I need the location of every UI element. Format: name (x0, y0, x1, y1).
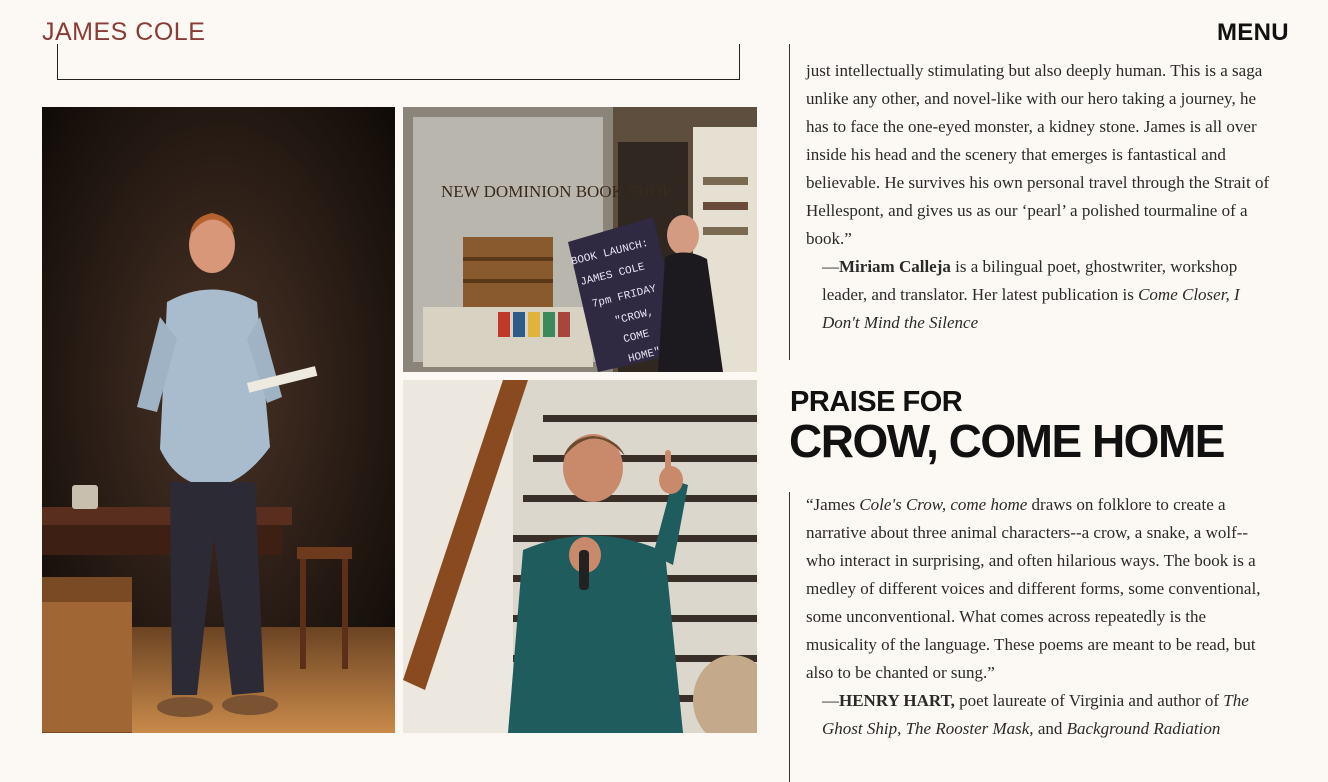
review-1-line: book.” (806, 229, 852, 248)
review-1-line: Hellespont, and gives us as our ‘pearl’ … (806, 201, 1248, 220)
praise-heading-title: CROW, COME HOME (789, 415, 1225, 467)
reviewer-name: Miriam Calleja (839, 257, 951, 276)
reviewer-name: HENRY HART, (839, 691, 955, 710)
shop-sign-text: NEW DOMINION BOOK SHOP (441, 182, 672, 201)
photo-stage-reading[interactable] (42, 107, 395, 733)
menu-button[interactable]: MENU (1217, 19, 1289, 47)
review-1: just intellectually stimulating but also… (806, 57, 1276, 337)
microphone-reading-image (403, 380, 757, 733)
review-2: “James Cole's Crow, come home draws on f… (806, 491, 1261, 743)
review-1-line: believable. He survives his own personal… (806, 173, 1270, 192)
quote-rule-1 (789, 44, 790, 360)
and-text: and (1033, 719, 1067, 738)
photo-book-launch[interactable]: NEW DOMINION BOOK SHOP BOOK LAUNCH: JAME… (403, 107, 757, 372)
review-2-body: “James Cole's Crow, come home draws on f… (806, 491, 1261, 687)
attrib-dash: — (822, 257, 839, 276)
review-1-line: has to face the one-eyed monster, a kidn… (806, 117, 1257, 136)
quote-rule-2 (789, 492, 790, 782)
review-1-attribution: —Miriam Calleja is a bilingual poet, gho… (806, 253, 1252, 337)
review-2-open: “James (806, 495, 860, 514)
reviewer-work-3: Background Radiation (1066, 719, 1221, 738)
photo-microphone-reading[interactable] (403, 380, 757, 733)
reviewer-work-2: The Rooster Mask, (905, 719, 1034, 738)
book-launch-image: NEW DOMINION BOOK SHOP BOOK LAUNCH: JAME… (403, 107, 757, 372)
attrib-dash: — (822, 691, 839, 710)
framed-text-box-bottom (57, 44, 740, 80)
review-2-title: Cole's Crow, come home (859, 495, 1028, 514)
site-title-link[interactable]: JAMES COLE (42, 18, 205, 47)
review-1-line: just intellectually stimulating but also… (806, 61, 1263, 80)
reviewer-bio: poet laureate of Virginia and author of (954, 691, 1224, 710)
review-1-line: unlike any other, and novel-like with ou… (806, 89, 1257, 108)
stage-reading-image (42, 107, 395, 733)
review-2-text: draws on folklore to create a narrative … (806, 495, 1261, 682)
review-2-attribution: —HENRY HART, poet laureate of Virginia a… (806, 687, 1262, 743)
review-1-line: inside his head and the scenery that eme… (806, 145, 1226, 164)
